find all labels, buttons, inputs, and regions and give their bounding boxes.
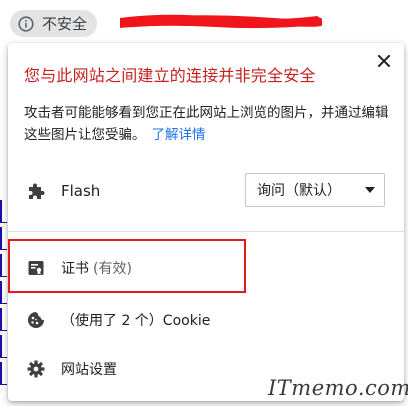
certificate-icon	[26, 258, 46, 278]
connection-warning-title: 您与此网站之间建立的连接并非完全安全	[24, 66, 316, 85]
security-indicator-chip[interactable]: 不安全	[10, 10, 98, 37]
gear-icon	[26, 359, 46, 379]
chevron-down-icon	[365, 187, 375, 193]
info-icon	[18, 15, 34, 32]
background-page-edge	[0, 200, 8, 406]
cookie-icon	[26, 310, 46, 330]
close-button[interactable]	[374, 51, 394, 71]
site-settings-label: 网站设置	[61, 362, 117, 378]
flash-permission-select[interactable]: 询问（默认）	[245, 173, 385, 207]
learn-more-link[interactable]: 了解详情	[152, 127, 206, 143]
permission-row-flash: Flash 询问（默认）	[8, 171, 404, 211]
cookies-label: （使用了 2 个）Cookie	[61, 313, 211, 329]
certificate-row[interactable]: 证书 (有效)	[8, 248, 404, 288]
page-info-popup: 您与此网站之间建立的连接并非完全安全 攻击者可能能够看到您正在此网站上浏览的图片…	[8, 43, 404, 401]
security-label: 不安全	[42, 15, 88, 33]
certificate-title: 证书	[61, 261, 89, 277]
certificate-label: 证书 (有效)	[61, 258, 132, 278]
browser-window: 不安全 您与此网站之间建立的连接并非完全安全 攻击者可能能够看到您正在此网站上浏…	[0, 0, 408, 406]
close-icon	[378, 52, 390, 71]
cookies-row[interactable]: （使用了 2 个）Cookie	[8, 300, 404, 340]
certificate-status: (有效)	[93, 261, 132, 277]
warning-body-text: 攻击者可能能够看到您正在此网站上浏览的图片，并通过编辑这些图片让您受骗。	[24, 105, 389, 143]
watermark-text: ITmemo.com	[268, 376, 408, 400]
puzzle-icon	[26, 181, 46, 201]
flash-permission-value: 询问（默认）	[257, 183, 341, 199]
section-divider	[8, 231, 404, 232]
permission-label-flash: Flash	[61, 182, 101, 200]
url-redaction-scribble	[120, 14, 322, 29]
connection-warning-body: 攻击者可能能够看到您正在此网站上浏览的图片，并通过编辑这些图片让您受骗。 了解详情	[24, 102, 394, 146]
address-bar: 不安全	[0, 0, 408, 46]
